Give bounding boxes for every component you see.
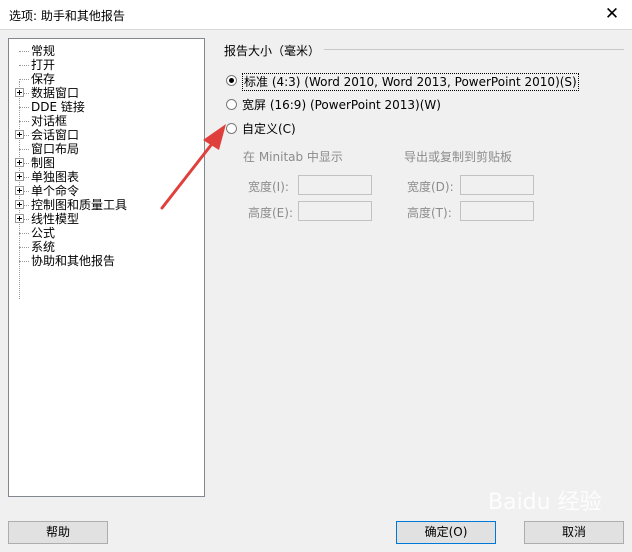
cancel-button[interactable]: 取消 [524, 521, 624, 544]
help-button[interactable]: 帮助 [8, 521, 108, 544]
arrow-head [203, 124, 226, 150]
ok-button[interactable]: 确定(O) [396, 521, 496, 544]
watermark: Baidu 经验 [488, 490, 602, 515]
annotation-arrow-icon [160, 124, 226, 210]
arrow-shaft [160, 138, 217, 210]
